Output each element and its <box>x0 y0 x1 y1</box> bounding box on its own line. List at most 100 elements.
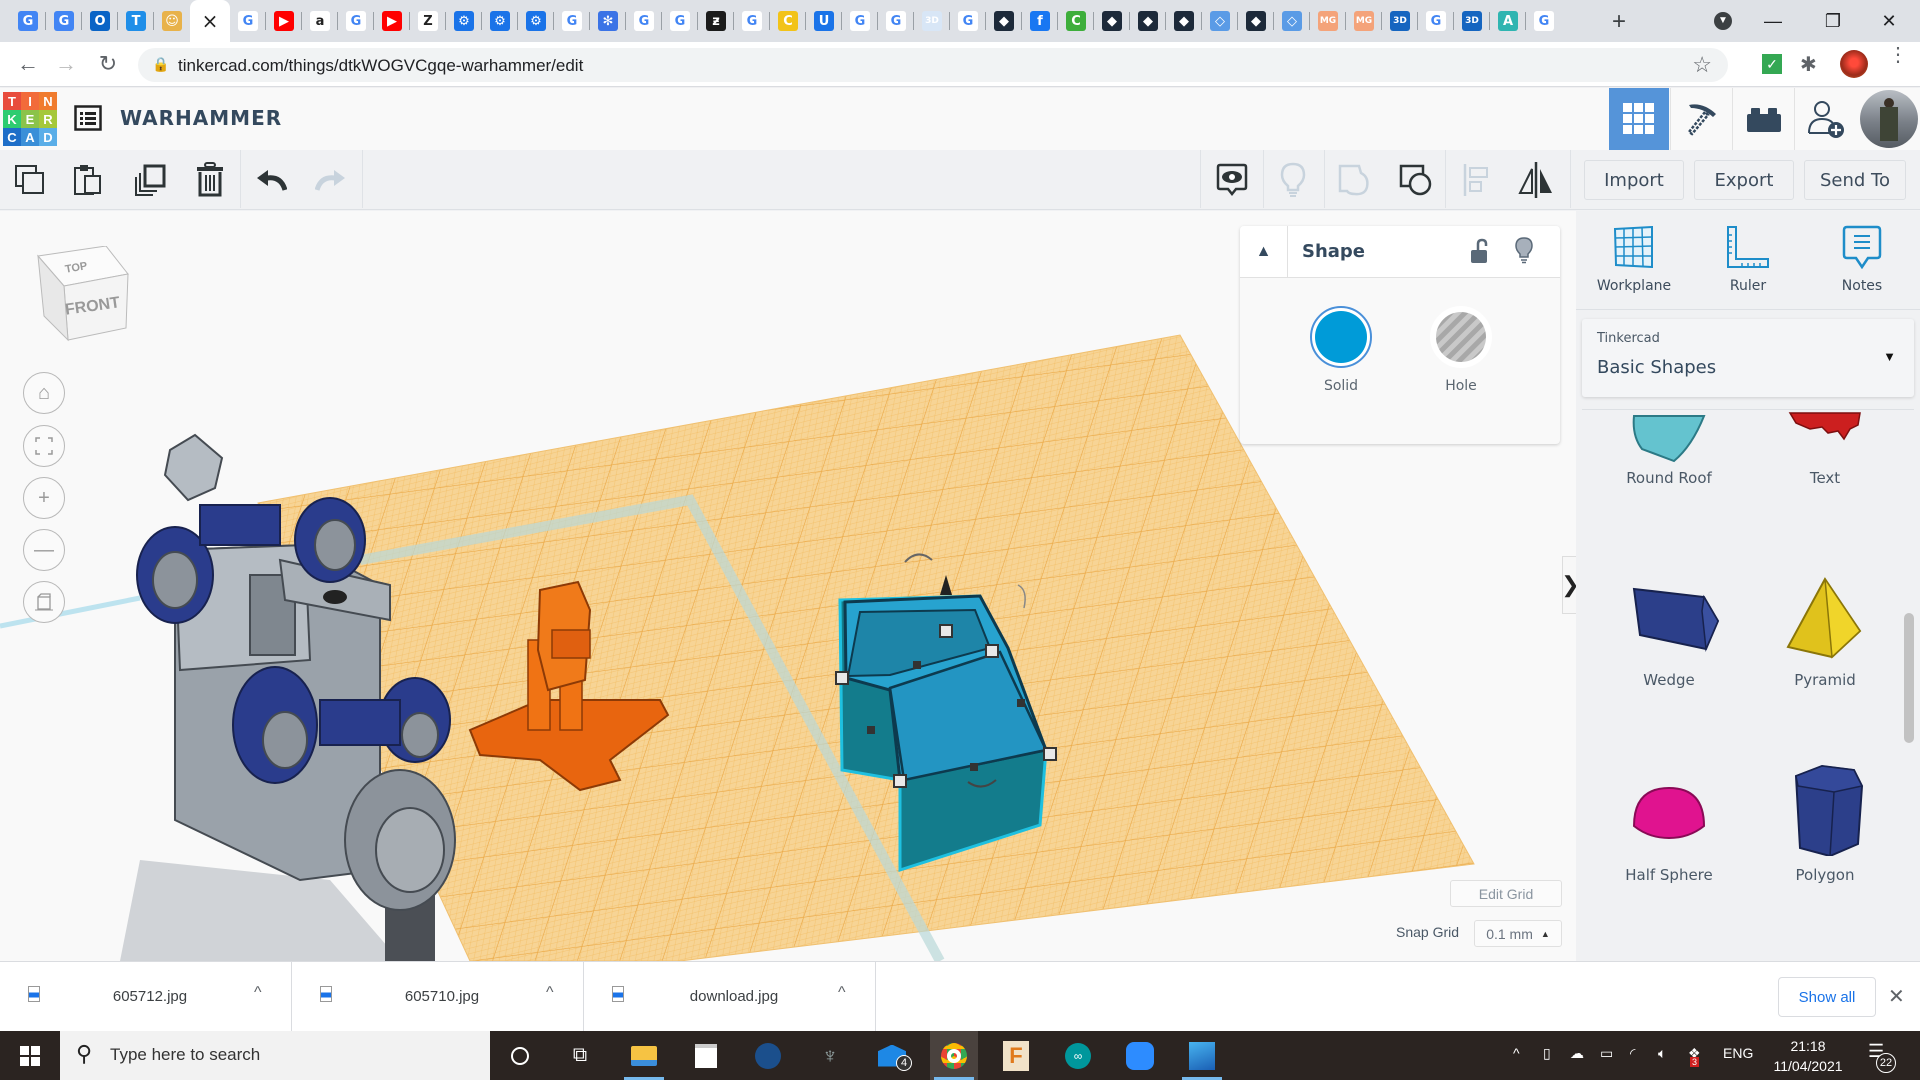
view-cube[interactable]: TOP FRONT <box>36 245 131 346</box>
download-options-button[interactable]: ^ <box>546 984 554 1002</box>
url-text[interactable]: tinkercad.com/things/dtkWOGVCgqe-warhamm… <box>178 56 583 76</box>
task-view-button[interactable]: ⧉ <box>556 1031 604 1080</box>
download-options-button[interactable]: ^ <box>838 984 846 1002</box>
wifi-icon[interactable]: ◜ <box>1630 1045 1635 1062</box>
close-window-button[interactable]: ✕ <box>1866 6 1912 36</box>
tinkercad-logo[interactable]: T I N K E R C A D <box>3 92 57 146</box>
undo-button[interactable] <box>252 160 292 200</box>
browser-tab[interactable]: ◇ <box>1274 6 1310 36</box>
browser-tab[interactable]: 3D <box>1454 6 1490 36</box>
workplane-tool[interactable]: Workplane <box>1584 225 1684 294</box>
browser-tab[interactable]: ◆ <box>1166 6 1202 36</box>
export-button[interactable]: Export <box>1694 160 1794 200</box>
start-button[interactable] <box>0 1031 60 1080</box>
browser-tab[interactable]: U <box>806 6 842 36</box>
minimize-button[interactable]: — <box>1750 6 1796 36</box>
mail-app[interactable]: 4 <box>868 1031 916 1080</box>
browser-tab[interactable]: A <box>1490 6 1526 36</box>
show-hidden-icons-button[interactable]: ^ <box>1513 1045 1520 1061</box>
browser-tab[interactable]: ◆ <box>1238 6 1274 36</box>
browser-tab[interactable]: G <box>1418 6 1454 36</box>
download-item[interactable]: 605712.jpg ^ <box>0 962 292 1032</box>
onedrive-icon[interactable]: ☁ <box>1570 1045 1584 1062</box>
zoom-in-button[interactable]: + <box>23 477 65 519</box>
browser-tab[interactable]: O <box>82 6 118 36</box>
browser-tab[interactable]: ⚙ <box>518 6 554 36</box>
shape-pyramid[interactable]: Pyramid <box>1750 561 1900 721</box>
clock[interactable]: 21:18 11/04/2021 <box>1768 1036 1848 1076</box>
reload-button[interactable]: ↻ <box>94 51 122 77</box>
browser-tab[interactable]: 3D <box>914 6 950 36</box>
back-button[interactable]: ← <box>14 51 42 77</box>
file-explorer-app[interactable] <box>620 1031 668 1080</box>
browser-tab[interactable]: G <box>842 6 878 36</box>
extensions-puzzle-icon[interactable]: ✱ <box>1800 52 1817 77</box>
browser-tab[interactable]: G <box>950 6 986 36</box>
cortana-button[interactable] <box>496 1031 544 1080</box>
design-menu-button[interactable] <box>74 104 102 132</box>
invite-user-button[interactable] <box>1794 88 1856 150</box>
solid-option[interactable] <box>1310 306 1372 368</box>
perspective-toggle-button[interactable] <box>23 581 65 623</box>
duplicate-button[interactable] <box>130 160 170 200</box>
browser-tab[interactable]: C <box>770 6 806 36</box>
taskbar-search-box[interactable]: ⚲ Type here to search <box>60 1031 490 1080</box>
shape-wedge[interactable]: Wedge <box>1594 561 1744 721</box>
blocks-view-button[interactable] <box>1670 88 1732 150</box>
steam-app[interactable] <box>744 1031 792 1080</box>
browser-tab[interactable]: f <box>1022 6 1058 36</box>
browser-tab[interactable]: G <box>554 6 590 36</box>
language-indicator[interactable]: ENG <box>1723 1045 1753 1061</box>
browser-tab[interactable]: ⚙ <box>482 6 518 36</box>
shape-text[interactable]: Text <box>1750 411 1900 571</box>
shape-round-roof[interactable]: Round Roof <box>1594 411 1744 571</box>
download-item[interactable]: download.jpg ^ <box>584 962 876 1032</box>
browser-tab[interactable]: G <box>338 6 374 36</box>
browser-tab[interactable]: G <box>10 6 46 36</box>
browser-tab[interactable]: ▶ <box>266 6 302 36</box>
zoom-out-button[interactable]: — <box>23 529 65 571</box>
paste-button[interactable] <box>68 160 108 200</box>
store-app[interactable] <box>682 1031 730 1080</box>
redo-button[interactable] <box>310 160 350 200</box>
fit-view-button[interactable] <box>23 425 65 467</box>
browser-tab[interactable]: ◆ <box>986 6 1022 36</box>
bookmark-star-icon[interactable]: ☆ <box>1692 52 1712 78</box>
show-notes-button[interactable] <box>1212 160 1252 200</box>
address-bar[interactable]: 🔒 tinkercad.com/things/dtkWOGVCgqe-warha… <box>138 48 1728 82</box>
group-button[interactable] <box>1334 160 1374 200</box>
browser-tab[interactable]: ✻ <box>590 6 626 36</box>
shape-polygon[interactable]: Polygon <box>1750 756 1900 916</box>
align-button[interactable] <box>1456 160 1496 200</box>
browser-tab[interactable]: ◆ <box>1094 6 1130 36</box>
fusion360-app[interactable]: F <box>992 1031 1040 1080</box>
extension-check-icon[interactable]: ✓ <box>1762 54 1782 74</box>
ruler-tool[interactable]: Ruler <box>1698 225 1798 294</box>
tab-search-button[interactable]: ▼ <box>1700 6 1746 36</box>
browser-tab[interactable]: G <box>1526 6 1562 36</box>
new-tab-button[interactable]: + <box>1612 8 1626 36</box>
browser-tab[interactable]: C <box>1058 6 1094 36</box>
panel-scrollbar[interactable] <box>1904 613 1914 743</box>
delete-button[interactable] <box>190 160 230 200</box>
browser-tab[interactable]: ◇ <box>1202 6 1238 36</box>
shape-library-select[interactable]: Tinkercad Basic Shapes ▼ <box>1582 319 1914 397</box>
volume-icon[interactable]: 🔈︎ <box>1658 1045 1666 1062</box>
browser-tab[interactable]: G <box>662 6 698 36</box>
import-button[interactable]: Import <box>1584 160 1684 200</box>
arduino-app[interactable]: ∞ <box>1054 1031 1102 1080</box>
notes-tool[interactable]: Notes <box>1812 225 1912 294</box>
browser-tab[interactable]: ☺ <box>154 6 190 36</box>
lock-toggle-button[interactable] <box>1470 238 1490 269</box>
chrome-app[interactable] <box>930 1031 978 1080</box>
browser-tab[interactable]: G <box>626 6 662 36</box>
battery-icon[interactable]: ▭ <box>1600 1045 1613 1062</box>
browser-tab[interactable]: a <box>302 6 338 36</box>
home-view-button[interactable]: ⌂ <box>23 372 65 414</box>
browser-menu-button[interactable]: ⋮ <box>1888 45 1908 65</box>
show-all-downloads-button[interactable]: Show all <box>1778 977 1876 1017</box>
send-to-button[interactable]: Send To <box>1804 160 1906 200</box>
browser-tab[interactable]: G <box>46 6 82 36</box>
shape-half-sphere[interactable]: Half Sphere <box>1594 756 1744 916</box>
browser-tab[interactable]: ƶ <box>698 6 734 36</box>
